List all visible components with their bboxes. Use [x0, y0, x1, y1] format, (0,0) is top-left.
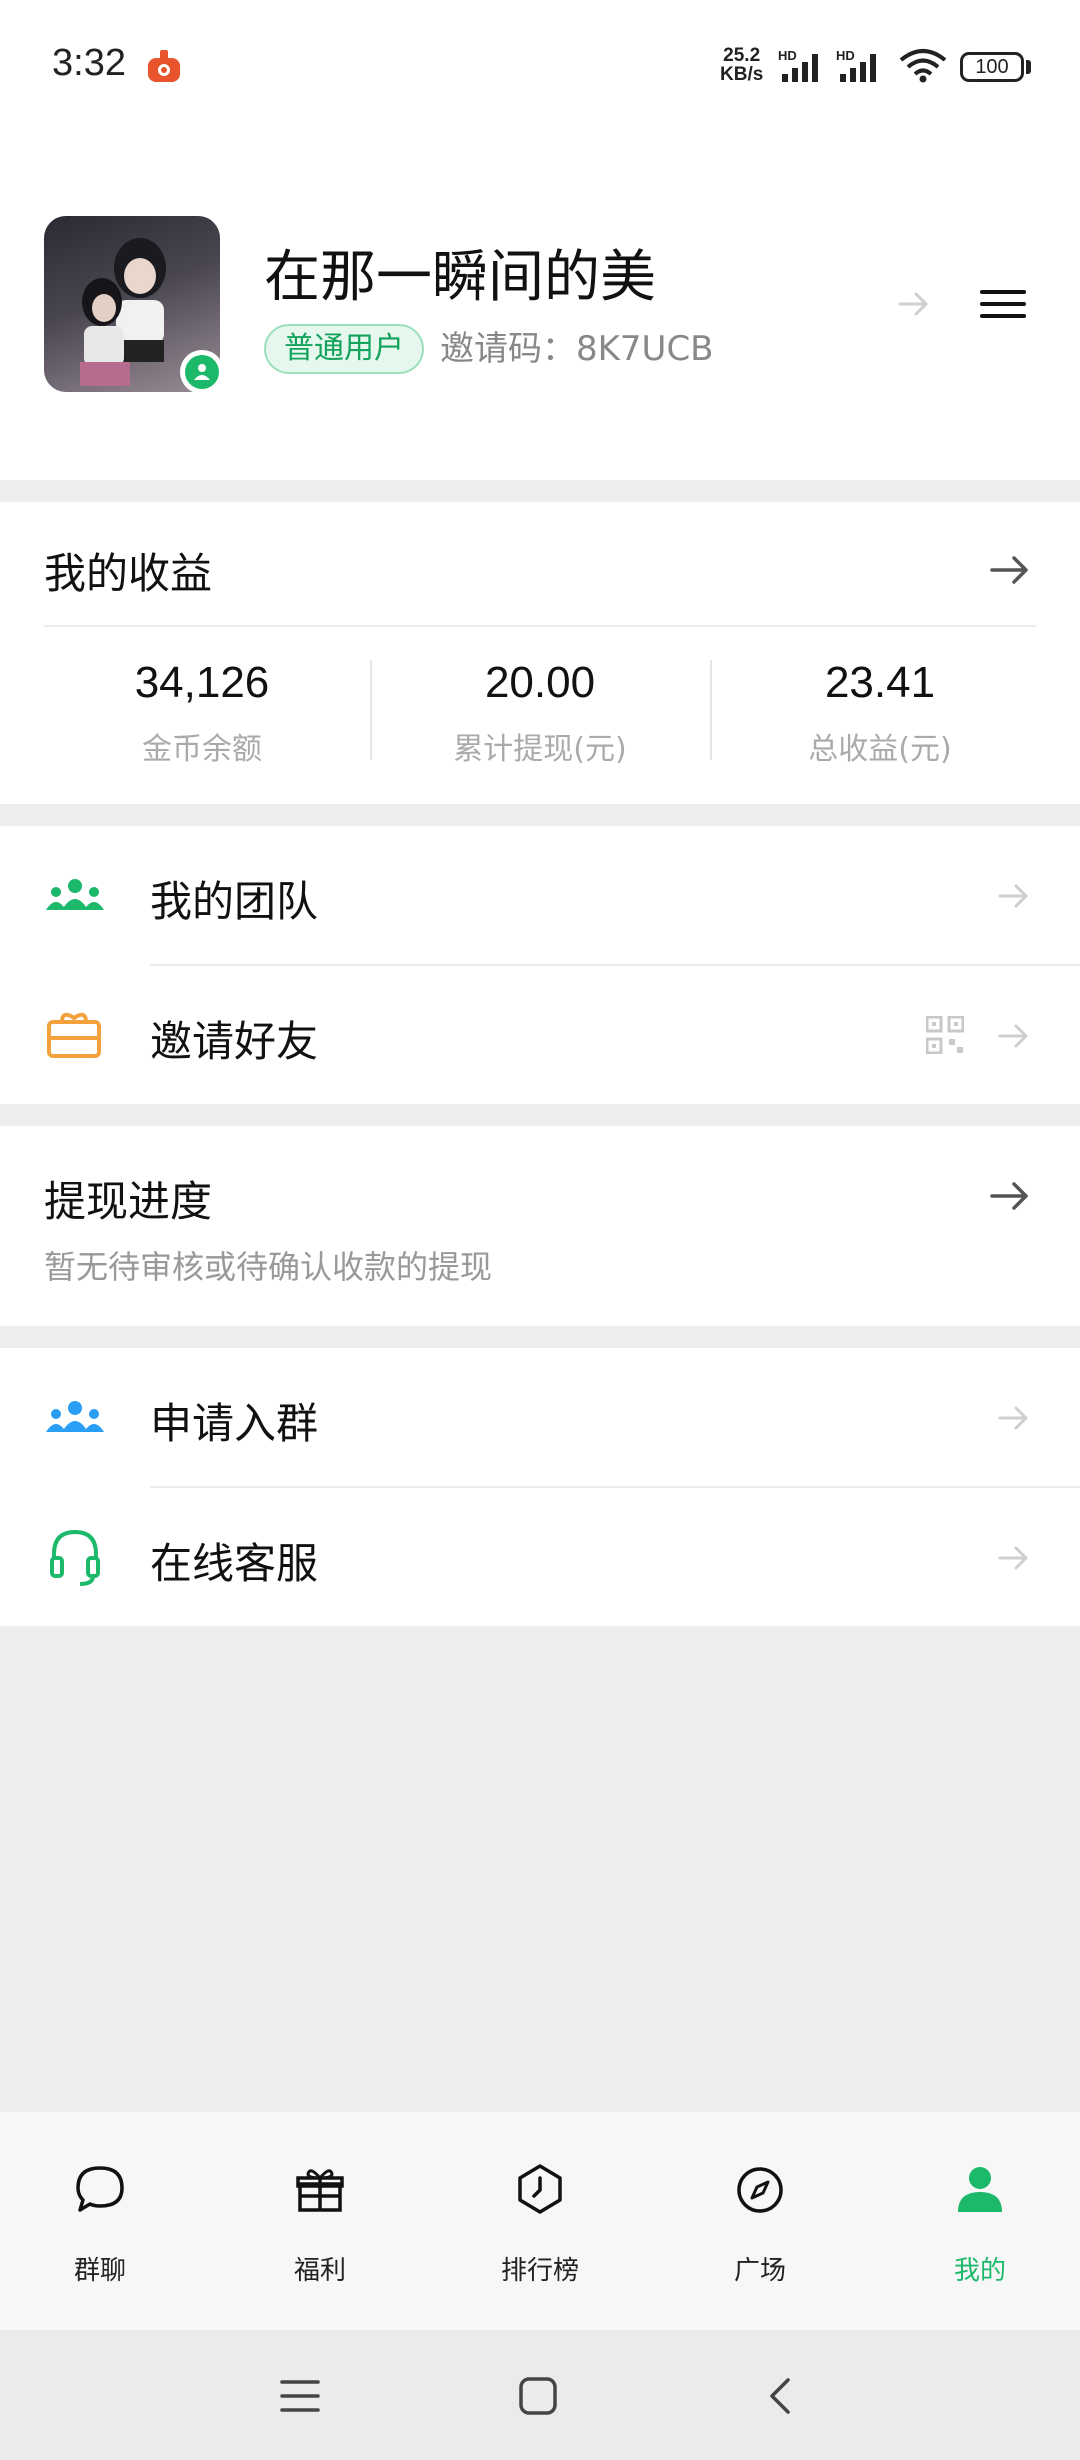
online-support-label: 在线客服	[150, 1539, 319, 1588]
my-team-label: 我的团队	[150, 877, 319, 926]
person-icon	[958, 2167, 1002, 2212]
earnings-title[interactable]: 我的收益	[44, 540, 212, 601]
nav-tab-ranking[interactable]	[460, 2160, 620, 2220]
nav-label-square: 广场	[733, 2256, 786, 2286]
nav-label-ranking: 排行榜	[500, 2256, 579, 2286]
total-earnings-label: 总收益(元)	[808, 732, 952, 767]
withdraw-progress-title: 提现进度	[44, 1177, 213, 1226]
group-icon	[46, 1401, 104, 1432]
arrow-right-icon	[998, 1546, 1028, 1570]
nav-tab-welfare[interactable]	[240, 2160, 400, 2220]
username: 在那一瞬间的美	[264, 245, 656, 310]
status-time: 3:32	[52, 42, 126, 84]
nav-label-welfare: 福利	[293, 2256, 346, 2286]
nav-tab-mine[interactable]	[900, 2160, 1060, 2220]
arrow-right-icon[interactable]	[988, 548, 1032, 592]
qr-code-icon[interactable]	[926, 1016, 964, 1054]
ranking-icon	[518, 2164, 562, 2214]
hamburger-menu-icon[interactable]	[978, 286, 1028, 322]
total-withdrawn-label: 累计提现(元)	[453, 732, 627, 767]
withdraw-progress-subtitle: 暂无待审核或待确认收款的提现	[44, 1248, 493, 1286]
nav-label-mine: 我的	[953, 2256, 1006, 2286]
signal-icon: HD	[778, 48, 818, 82]
arrow-right-icon	[998, 1406, 1028, 1430]
total-earnings-value: 23.41	[824, 658, 936, 707]
coin-balance-value: 34,126	[134, 658, 270, 707]
arrow-right-icon[interactable]	[896, 286, 932, 322]
headset-icon	[50, 1529, 100, 1586]
user-verified-icon	[185, 355, 219, 389]
user-type-badge: 普通用户	[264, 324, 424, 374]
signal-icon: HD	[836, 48, 876, 82]
compass-icon	[737, 2167, 783, 2213]
gift-card-icon	[47, 1012, 101, 1058]
nav-label-group-chat: 群聊	[73, 2256, 126, 2286]
arrow-right-icon	[998, 884, 1028, 908]
invite-code[interactable]: 邀请码：8K7UCB	[440, 326, 714, 372]
divider	[44, 625, 1036, 627]
back-chevron-icon[interactable]	[760, 2376, 800, 2416]
nav-tab-square[interactable]	[680, 2160, 840, 2220]
recents-menu-icon[interactable]	[280, 2376, 320, 2416]
wifi-icon	[899, 49, 947, 83]
arrow-right-icon	[998, 1024, 1028, 1048]
svg-text:HD: HD	[778, 48, 797, 63]
network-speed: 25.2 KB/s	[720, 45, 764, 85]
arrow-right-icon[interactable]	[988, 1174, 1032, 1218]
coin-balance-label: 金币余额	[142, 732, 262, 767]
home-square-icon[interactable]	[518, 2376, 558, 2416]
gift-icon	[296, 2169, 344, 2212]
invite-friends-label: 邀请好友	[150, 1017, 319, 1066]
battery-tip	[1026, 60, 1031, 74]
bottom-navigation	[0, 2112, 1080, 2330]
screen-record-icon	[148, 50, 180, 82]
total-withdrawn-value: 20.00	[484, 658, 596, 707]
team-icon	[46, 879, 104, 910]
svg-text:HD: HD	[836, 48, 855, 63]
nav-tab-group-chat[interactable]	[20, 2160, 180, 2220]
battery-indicator: 100	[960, 52, 1024, 82]
join-group-label: 申请入群	[150, 1399, 319, 1448]
chat-bubble-icon	[76, 2166, 124, 2212]
